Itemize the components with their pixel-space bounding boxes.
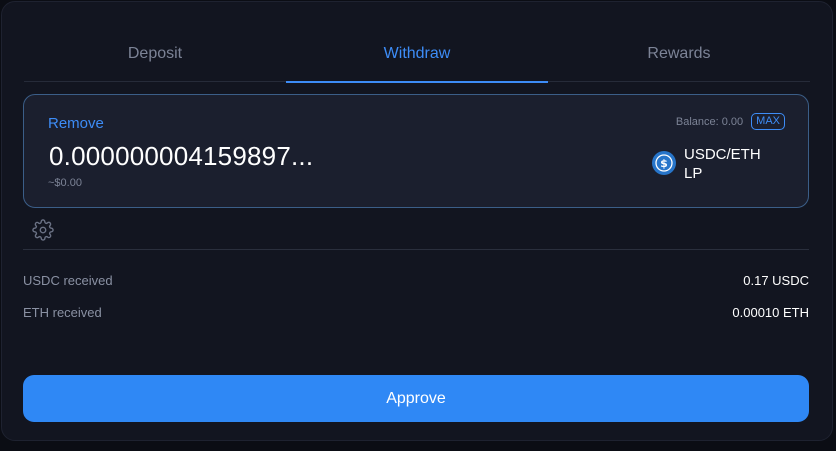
tab-bar: Deposit Withdraw Rewards xyxy=(24,26,810,83)
eth-received-label: ETH received xyxy=(23,305,102,320)
remove-label: Remove xyxy=(48,115,104,132)
tab-withdraw[interactable]: Withdraw xyxy=(286,26,548,83)
eth-received-value: 0.00010 ETH xyxy=(732,305,809,320)
tab-rewards[interactable]: Rewards xyxy=(548,26,810,82)
usd-value: ~$0.00 xyxy=(48,177,82,189)
usdc-received-row: USDC received 0.17 USDC xyxy=(23,273,809,288)
withdraw-panel: Deposit Withdraw Rewards Remove 0.000000… xyxy=(1,1,833,441)
amount-input[interactable]: 0.000000004159897... xyxy=(49,141,313,172)
usdc-coin-icon: $ xyxy=(652,151,676,175)
max-button[interactable]: MAX xyxy=(751,113,785,130)
token-selector: $ USDC/ETH LP xyxy=(652,145,774,183)
usdc-received-value: 0.17 USDC xyxy=(743,273,809,288)
svg-text:$: $ xyxy=(660,157,668,170)
gear-icon[interactable] xyxy=(32,219,54,241)
usdc-received-label: USDC received xyxy=(23,273,113,288)
tab-deposit[interactable]: Deposit xyxy=(24,26,286,82)
token-name: USDC/ETH LP xyxy=(684,146,761,182)
divider xyxy=(23,249,809,250)
balance-text: Balance: 0.00 xyxy=(675,115,744,128)
balance-row: Balance: 0.00 MAX xyxy=(676,113,785,130)
eth-received-row: ETH received 0.00010 ETH xyxy=(23,305,809,320)
remove-amount-card[interactable]: Remove 0.000000004159897... ~$0.00 Balan… xyxy=(23,94,809,208)
approve-button[interactable]: Approve xyxy=(23,375,809,422)
